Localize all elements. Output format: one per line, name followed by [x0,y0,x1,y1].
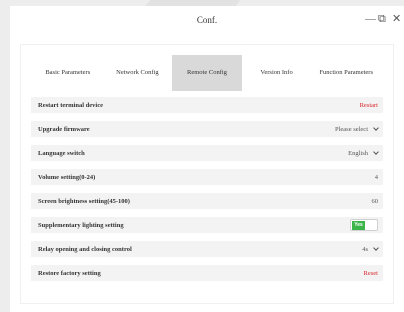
lighting-row: Supplementary lighting setting Yes [31,217,383,233]
config-window: Conf. — ⧉ ✕ Basic Parameters Network Con… [10,6,404,312]
tab-version-info[interactable]: Version Info [242,55,312,91]
volume-label: Volume setting(0-24) [38,173,96,181]
brightness-label: Screen brightness setting(45-100) [38,197,130,205]
lighting-toggle[interactable]: Yes [350,219,378,231]
settings-list: Restart terminal device Restart Upgrade … [31,97,383,289]
language-select-value: English [348,149,368,157]
brightness-row: Screen brightness setting(45-100) 60 [31,193,383,209]
lighting-label: Supplementary lighting setting [38,221,124,229]
relay-label: Relay opening and closing control [38,245,132,253]
volume-input[interactable]: 4 [375,174,378,181]
language-row: Language switch English [31,145,383,161]
title-bar: Conf. — ⧉ ✕ [10,6,404,36]
restart-label: Restart terminal device [38,101,103,109]
upgrade-label: Upgrade firmware [38,125,90,133]
tab-function-parameters[interactable]: Function Parameters [311,55,381,91]
tab-basic-parameters[interactable]: Basic Parameters [33,55,103,91]
chevron-down-icon [373,245,379,251]
tab-bar: Basic Parameters Network Config Remote C… [33,55,381,91]
relay-select-value: 4s [362,245,368,253]
factory-label: Restore factory setting [38,269,101,277]
language-label: Language switch [38,149,85,157]
chevron-down-icon [373,149,379,155]
upgrade-select[interactable]: Please select [334,125,379,133]
relay-row: Relay opening and closing control 4s [31,241,383,257]
window-title: Conf. [196,15,218,25]
restore-icon[interactable]: ⧉ [378,13,386,25]
toggle-on-indicator: Yes [352,220,365,230]
tab-network-config[interactable]: Network Config [103,55,173,91]
volume-row: Volume setting(0-24) 4 [31,169,383,185]
chevron-down-icon [373,125,379,131]
upgrade-select-value: Please select [334,125,368,133]
factory-row: Restore factory setting Reset [31,265,383,281]
restart-row: Restart terminal device Restart [31,97,383,113]
config-panel: Basic Parameters Network Config Remote C… [20,44,394,304]
brightness-input[interactable]: 60 [372,198,379,205]
language-select[interactable]: English [348,149,379,157]
upgrade-row: Upgrade firmware Please select [31,121,383,137]
close-icon[interactable]: ✕ [392,13,401,25]
reset-button[interactable]: Reset [364,270,378,277]
relay-select[interactable]: 4s [362,245,379,253]
minimize-icon[interactable]: — [365,13,376,25]
tab-remote-config[interactable]: Remote Config [172,55,242,91]
restart-button[interactable]: Restart [360,102,378,109]
